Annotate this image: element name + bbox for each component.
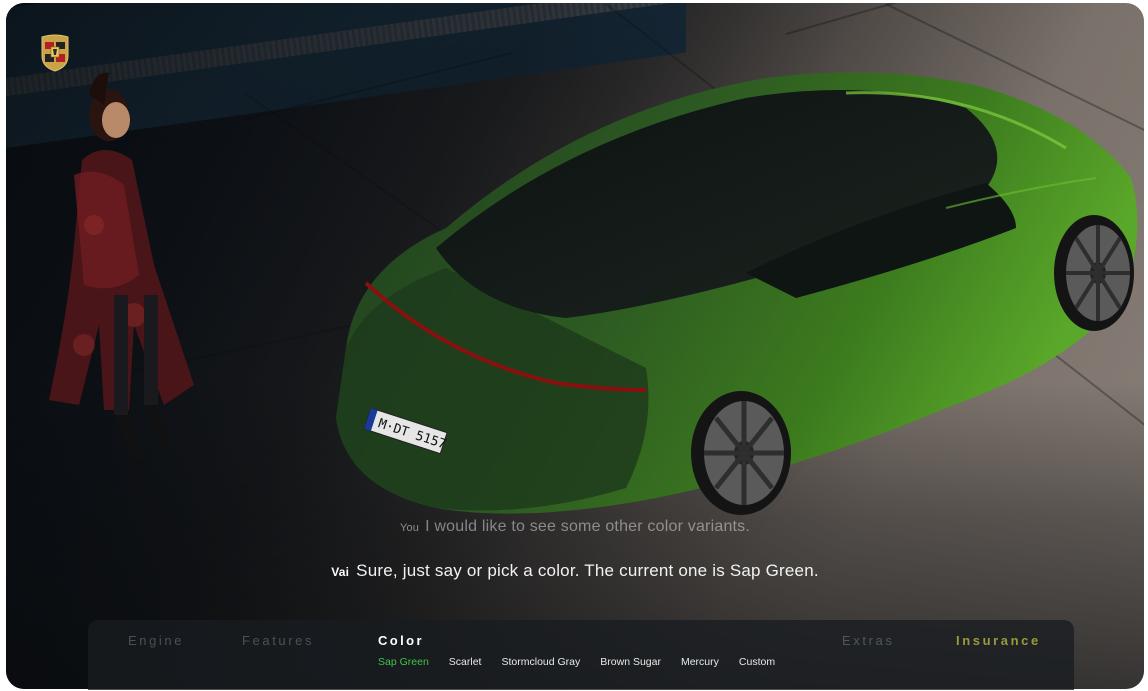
front-wheel: [1054, 215, 1134, 331]
assistant-speaker-label: Vai: [331, 565, 350, 579]
assistant-message: Vai Sure, just say or pick a color. The c…: [6, 561, 1144, 581]
user-message: You I would like to see some other color …: [6, 518, 1144, 536]
user-message-text: I would like to see some other color var…: [425, 518, 751, 535]
category-features[interactable]: Features: [242, 633, 314, 648]
category-color[interactable]: Color: [378, 633, 424, 648]
color-option-mercury[interactable]: Mercury: [681, 656, 719, 668]
color-option-brown-sugar[interactable]: Brown Sugar: [600, 656, 661, 668]
car-taycan: M·DT 5157: [336, 72, 1138, 515]
rear-wheel: [691, 391, 791, 515]
color-option-custom[interactable]: Custom: [739, 656, 775, 668]
color-option-sap-green[interactable]: Sap Green: [378, 656, 429, 668]
color-options: Sap Green Scarlet Stormcloud Gray Brown …: [378, 656, 795, 668]
app-frame: M·DT 5157 You I would like to see some ot…: [6, 3, 1144, 689]
color-option-stormcloud-gray[interactable]: Stormcloud Gray: [501, 656, 580, 668]
color-option-scarlet[interactable]: Scarlet: [449, 656, 482, 668]
category-extras[interactable]: Extras: [842, 633, 894, 648]
category-engine[interactable]: Engine: [128, 633, 184, 648]
configurator-bar: Engine Features Color Extras Insurance S…: [88, 620, 1074, 690]
user-speaker-label: You: [399, 522, 420, 534]
woman-figure: [49, 72, 194, 460]
category-insurance[interactable]: Insurance: [956, 633, 1041, 648]
assistant-message-text: Sure, just say or pick a color. The curr…: [356, 561, 819, 580]
